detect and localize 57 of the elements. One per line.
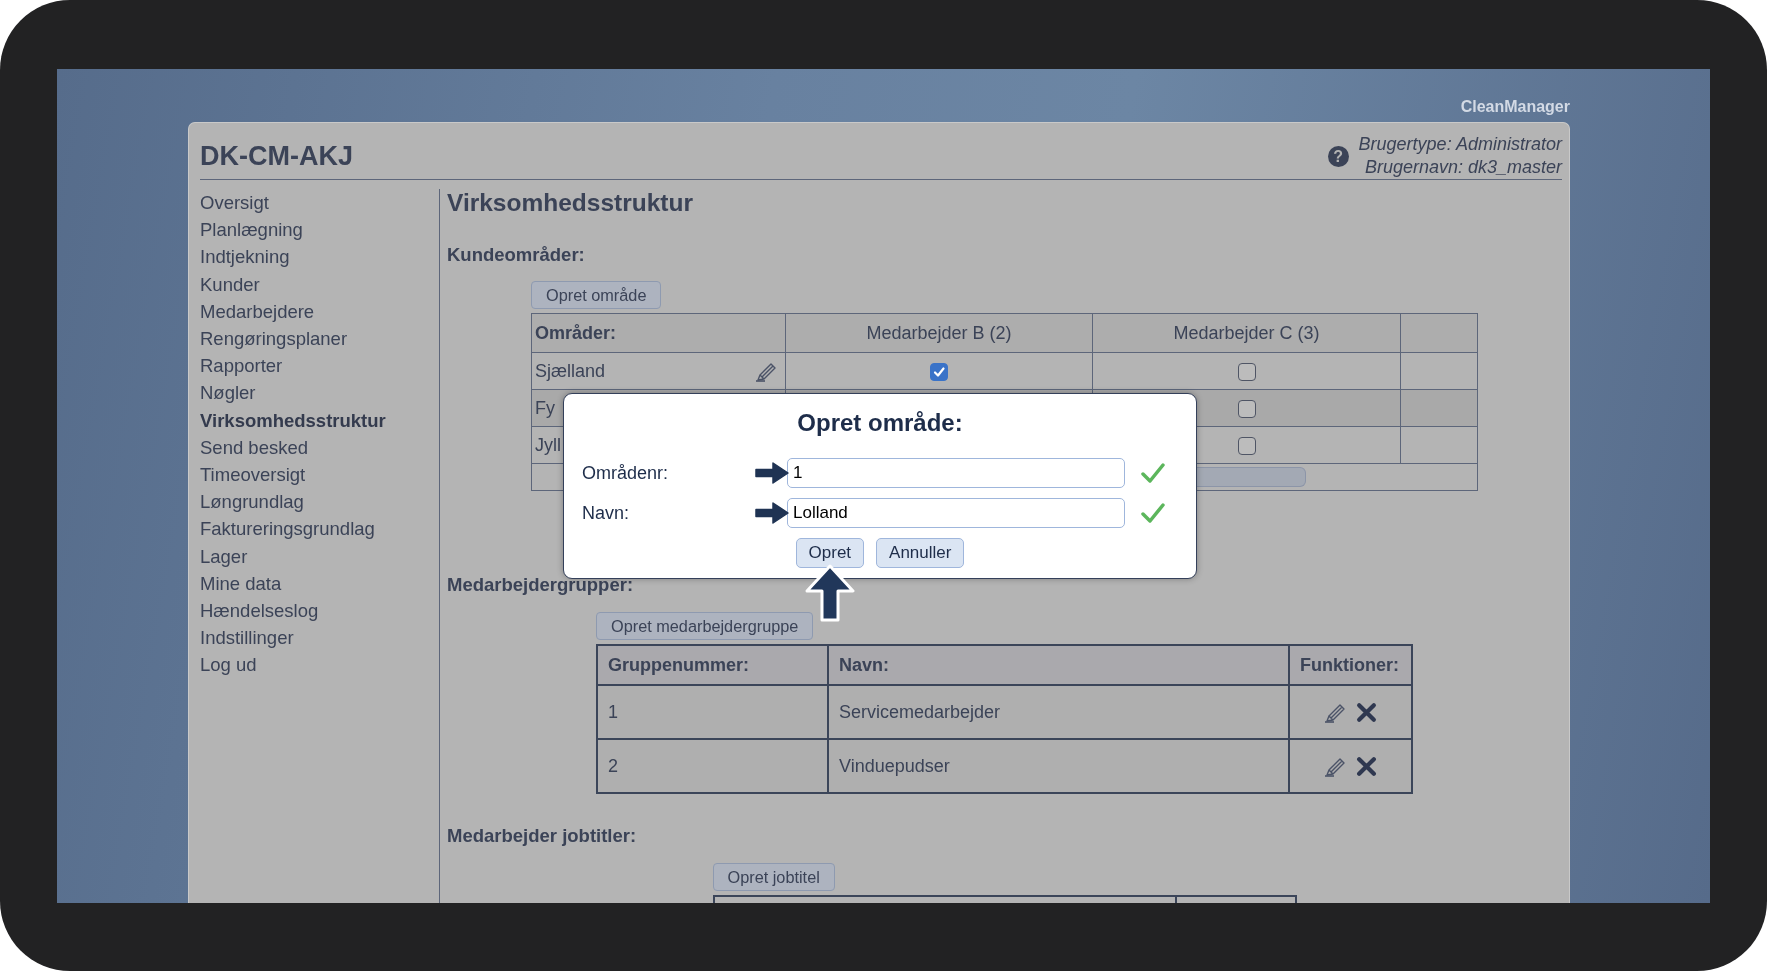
area-name: Jyll xyxy=(535,434,561,456)
sidebar-link[interactable]: Planlægning xyxy=(200,216,303,244)
section-heading: Medarbejder jobtitler: xyxy=(447,824,638,848)
table-cell: Servicemedarbejder xyxy=(828,685,1289,739)
cross-icon[interactable] xyxy=(1356,755,1377,777)
sidebar-link[interactable]: Faktureringsgrundlag xyxy=(200,515,375,543)
column-header: Medarbejder B (2) xyxy=(785,313,1093,353)
sidebar-link[interactable]: Mine data xyxy=(200,569,282,598)
dialog-title: Opret område: xyxy=(797,408,963,438)
create-job-title-button[interactable]: Opret jobtitel xyxy=(712,863,835,891)
column-header: Medarbejder C (3) xyxy=(1092,313,1401,353)
sidebar-link[interactable]: Rengøringsplaner xyxy=(200,325,348,353)
sidebar-link[interactable]: Oversigt xyxy=(200,189,269,217)
field-label: Områdenr: xyxy=(582,462,670,484)
checkbox[interactable] xyxy=(930,362,948,381)
sidebar-link[interactable]: Lager xyxy=(200,542,248,570)
area-name: Fy xyxy=(535,397,555,419)
sidebar-link[interactable]: Rapporter xyxy=(200,352,283,380)
dialog-button[interactable]: Annuller xyxy=(876,538,965,568)
user-name-label: Brugernavn: dk3_master xyxy=(1364,156,1562,179)
sidebar-link[interactable]: Send besked xyxy=(200,433,308,462)
column-header: Navn: xyxy=(828,645,1289,685)
table-cell: Vinduepudser xyxy=(828,739,1289,793)
text-input[interactable]: 1 xyxy=(787,458,1125,488)
column-header: Gruppenummer: xyxy=(597,645,828,685)
area-name: Sjælland xyxy=(535,360,606,382)
help-icon[interactable]: ? xyxy=(1327,145,1349,167)
checkbox[interactable] xyxy=(1237,362,1256,381)
site-title: DK-CM-AKJ xyxy=(200,140,353,172)
sidebar-link[interactable]: Nøgler xyxy=(200,379,256,407)
table-cell: 2 xyxy=(597,739,828,793)
create-area-button[interactable]: Opret område xyxy=(531,281,662,309)
sidebar-link[interactable]: Indtjekning xyxy=(200,243,290,271)
scrollbar-thumb[interactable] xyxy=(1196,467,1306,487)
sidebar-link[interactable]: Virksomhedsstruktur xyxy=(200,406,386,434)
field-label: Navn: xyxy=(582,502,631,524)
checkbox[interactable] xyxy=(1237,399,1256,418)
sidebar-link[interactable]: Løngrundlag xyxy=(200,488,304,516)
section-heading: Medarbejdergrupper: xyxy=(447,573,635,597)
sidebar-link[interactable]: Log ud xyxy=(200,651,257,679)
cross-icon[interactable] xyxy=(1356,701,1377,723)
sidebar-link[interactable]: Indstillinger xyxy=(200,624,294,652)
sidebar-link[interactable]: Medarbejdere xyxy=(200,297,315,325)
dialog-button[interactable]: Opret xyxy=(795,538,865,568)
page-title: Virksomhedsstruktur xyxy=(447,189,694,217)
create-group-button[interactable]: Opret medarbejdergruppe xyxy=(596,612,814,640)
checkbox[interactable] xyxy=(1237,436,1256,455)
brand-label: CleanManager xyxy=(1460,97,1570,117)
table-cell: 1 xyxy=(597,685,828,739)
sidebar-link[interactable]: Hændelseslog xyxy=(200,597,319,625)
section-heading: Kundeområder: xyxy=(447,243,586,267)
user-type-label: Brugertype: Administrator xyxy=(1358,133,1562,156)
sidebar-link[interactable]: Timeoversigt xyxy=(200,461,306,489)
column-header: Områder: xyxy=(531,313,786,353)
sidebar-link[interactable]: Kunder xyxy=(200,270,260,298)
text-input[interactable]: Lolland xyxy=(787,498,1125,528)
column-header: Funktioner: xyxy=(1289,645,1412,685)
